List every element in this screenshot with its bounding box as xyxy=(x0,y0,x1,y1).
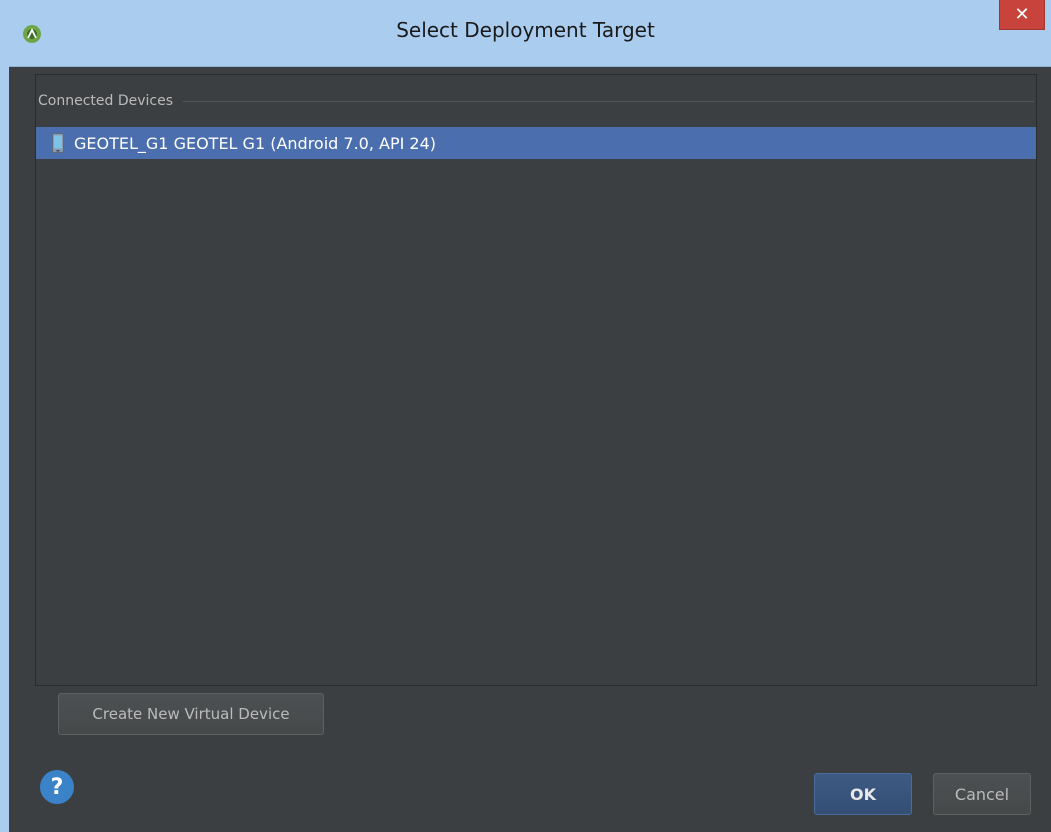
window-border xyxy=(0,66,9,832)
device-list-item[interactable]: GEOTEL_G1 GEOTEL G1 (Android 7.0, API 24… xyxy=(36,127,1036,159)
ok-button[interactable]: OK xyxy=(814,773,912,815)
group-label: Connected Devices xyxy=(38,93,174,109)
group-divider xyxy=(183,100,1034,102)
deployment-target-dialog: Select Deployment Target ✕ Connected Dev… xyxy=(0,0,1051,832)
close-button[interactable]: ✕ xyxy=(999,0,1045,30)
connected-devices-group: Connected Devices xyxy=(38,91,1034,111)
help-button[interactable]: ? xyxy=(40,770,74,804)
dialog-title: Select Deployment Target xyxy=(396,18,655,42)
cancel-button[interactable]: Cancel xyxy=(933,773,1031,815)
device-label: GEOTEL_G1 GEOTEL G1 (Android 7.0, API 24… xyxy=(74,133,437,153)
dialog-content: Connected Devices GEOTEL_G1 GEOTEL G1 (A… xyxy=(9,67,1051,832)
close-icon: ✕ xyxy=(1014,4,1030,25)
phone-icon xyxy=(52,133,64,153)
help-icon: ? xyxy=(50,774,64,800)
device-list[interactable]: Connected Devices GEOTEL_G1 GEOTEL G1 (A… xyxy=(35,74,1037,686)
create-virtual-device-button[interactable]: Create New Virtual Device xyxy=(58,693,324,735)
title-bar[interactable]: Select Deployment Target ✕ xyxy=(0,0,1051,67)
